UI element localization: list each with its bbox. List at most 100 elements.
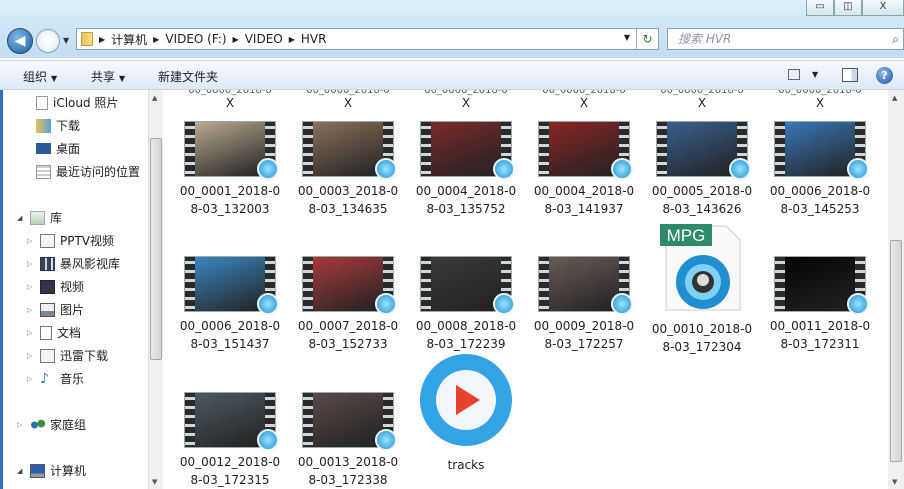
file-item[interactable]: MPG 00_0010_2018-08-03_172304 [646,224,758,356]
file-item-partial[interactable]: 00_0000_2018-0 X [647,90,757,110]
file-item[interactable]: 00_0004_2018-08-03_141937 [528,121,640,218]
minimize-button[interactable]: ▭ [806,0,834,16]
close-button[interactable]: X [862,0,904,16]
new-folder-button[interactable]: 新建文件夹 [158,68,218,85]
expand-arrow-icon[interactable]: ▷ [27,329,35,337]
search-input[interactable]: 搜索 HVR ⌕ [667,28,904,50]
maximize-button[interactable]: ◫ [834,0,862,16]
sidebar-item-label: PPTV视频 [60,234,115,248]
film-strip [185,393,195,447]
sidebar-item-label: 文档 [57,326,82,340]
sidebar-item-pictures[interactable]: ▷ 图片 [27,301,84,318]
sidebar-item-music[interactable]: ▷ ♪ 音乐 [27,370,84,387]
file-item-partial[interactable]: 00_0000_2018-0 X [411,90,521,110]
expand-arrow-icon[interactable]: ▷ [27,237,35,245]
breadcrumb-hvr[interactable]: HVR [301,32,327,46]
expand-arrow-icon[interactable]: ◢ [17,214,25,222]
sidebar-item-label: 音乐 [60,372,85,386]
expand-arrow-icon[interactable]: ▷ [27,283,35,291]
file-item[interactable]: 00_0006_2018-08-03_151437 [174,256,286,353]
file-item[interactable]: 00_0009_2018-08-03_172257 [528,256,640,353]
forward-button[interactable] [36,29,60,53]
chevron-down-icon: ▼ [51,74,58,83]
scrollbar-thumb[interactable] [150,138,162,360]
sidebar-item-homegroup[interactable]: ▷ 家庭组 [17,416,86,433]
file-item-partial[interactable]: 00_0000_2018-0 X [529,90,639,110]
file-list-scrollbar[interactable]: ▲ ▼ [888,90,904,489]
media-player-badge-icon [611,158,633,180]
recent-places-icon [36,164,51,179]
file-item-partial[interactable]: 00_0000_2018-0 X [175,90,285,110]
sidebar-item-baofeng[interactable]: ▷ 暴风影视库 [27,255,120,272]
video-thumbnail [302,121,397,180]
file-name: tracks [447,458,485,472]
file-item[interactable]: 00_0011_2018-08-03_172311 [764,256,876,353]
file-name: 00_0001_2018-08-03_132003 [179,184,281,216]
refresh-button[interactable]: ↻ [636,29,658,49]
file-item-partial[interactable]: 00_0000_2018-0 X [765,90,875,110]
title-bar: ▭ ◫ X [0,0,904,26]
file-name: 00_0008_2018-08-03_172239 [415,319,517,351]
sidebar-item-icloud-photos[interactable]: iCloud 照片 [36,94,118,111]
scroll-up-icon[interactable]: ▲ [152,94,157,102]
expand-arrow-icon[interactable]: ▷ [27,352,35,360]
file-name: X [579,96,589,110]
change-view-icon[interactable] [788,69,800,80]
recent-pages-dropdown[interactable]: ▼ [63,36,69,45]
file-item-partial[interactable]: 00_0000_2018-0 X [293,90,403,110]
preview-pane-icon[interactable] [842,68,858,82]
file-item[interactable]: 00_0004_2018-08-03_135752 [410,121,522,218]
file-item[interactable]: 00_0006_2018-08-03_145253 [764,121,876,218]
library-icon [30,210,45,225]
media-player-badge-icon [375,293,397,315]
sidebar-item-documents[interactable]: ▷ 文档 [27,324,81,341]
help-icon[interactable]: ? [876,67,893,84]
downloads-icon [36,118,51,133]
sidebar-item-xunlei[interactable]: ▷ 迅雷下载 [27,347,108,364]
organize-button[interactable]: 组织 ▼ [23,68,57,85]
homegroup-icon [30,417,45,432]
sidebar-item-downloads[interactable]: 下载 [36,117,80,134]
file-item[interactable]: 00_0001_2018-08-03_132003 [174,121,286,218]
address-bar[interactable]: ▶ 计算机 ▶ VIDEO (F:) ▶ VIDEO ▶ HVR ▼ [76,28,659,50]
file-item[interactable]: 00_0008_2018-08-03_172239 [410,256,522,353]
file-item[interactable]: 00_0012_2018-08-03_172315 [174,392,286,489]
chevron-right-icon[interactable]: ▶ [153,35,159,44]
library-folder-icon [40,233,55,248]
breadcrumb-video[interactable]: VIDEO [245,32,283,46]
file-item[interactable]: tracks [410,354,522,474]
sidebar-item-desktop[interactable]: 桌面 [36,140,80,157]
command-bar: 组织 ▼ 共享 ▼ 新建文件夹 ▼ ? [0,60,904,90]
sidebar-item-pptv[interactable]: ▷ PPTV视频 [27,232,114,249]
expand-arrow-icon[interactable]: ◢ [17,467,25,475]
chevron-right-icon[interactable]: ▶ [99,35,105,44]
breadcrumb-computer[interactable]: 计算机 [111,31,147,48]
file-item[interactable]: 00_0003_2018-08-03_134635 [292,121,404,218]
breadcrumb-drive[interactable]: VIDEO (F:) [165,32,226,46]
share-button[interactable]: 共享 ▼ [91,68,125,85]
scroll-down-icon[interactable]: ▼ [892,478,897,486]
chevron-right-icon[interactable]: ▶ [289,35,295,44]
expand-arrow-icon[interactable]: ▷ [27,375,35,383]
scrollbar-thumb[interactable] [890,240,902,462]
file-name: 00_0004_2018-08-03_135752 [415,184,517,216]
search-icon[interactable]: ⌕ [892,29,899,49]
scroll-down-icon[interactable]: ▼ [152,478,157,486]
sidebar-item-libraries[interactable]: ◢ 库 [17,209,62,226]
navigation-pane-scrollbar[interactable]: ▲ ▼ [148,90,163,489]
file-item[interactable]: 00_0005_2018-08-03_143626 [646,121,758,218]
video-thumbnail [302,392,397,451]
expand-arrow-icon[interactable]: ▷ [27,306,35,314]
expand-arrow-icon[interactable]: ▷ [17,421,25,429]
address-dropdown-icon[interactable]: ▼ [624,33,630,42]
sidebar-item-computer[interactable]: ◢ 计算机 [17,462,86,479]
view-options-dropdown[interactable]: ▼ [812,70,818,79]
sidebar-item-recent-places[interactable]: 最近访问的位置 [36,163,140,180]
sidebar-item-videos[interactable]: ▷ 视频 [27,278,84,295]
chevron-right-icon[interactable]: ▶ [233,35,239,44]
scroll-up-icon[interactable]: ▲ [892,94,897,102]
file-item[interactable]: 00_0013_2018-08-03_172338 [292,392,404,489]
file-item[interactable]: 00_0007_2018-08-03_152733 [292,256,404,353]
expand-arrow-icon[interactable]: ▷ [27,260,35,268]
back-button[interactable]: ◀ [7,28,33,54]
